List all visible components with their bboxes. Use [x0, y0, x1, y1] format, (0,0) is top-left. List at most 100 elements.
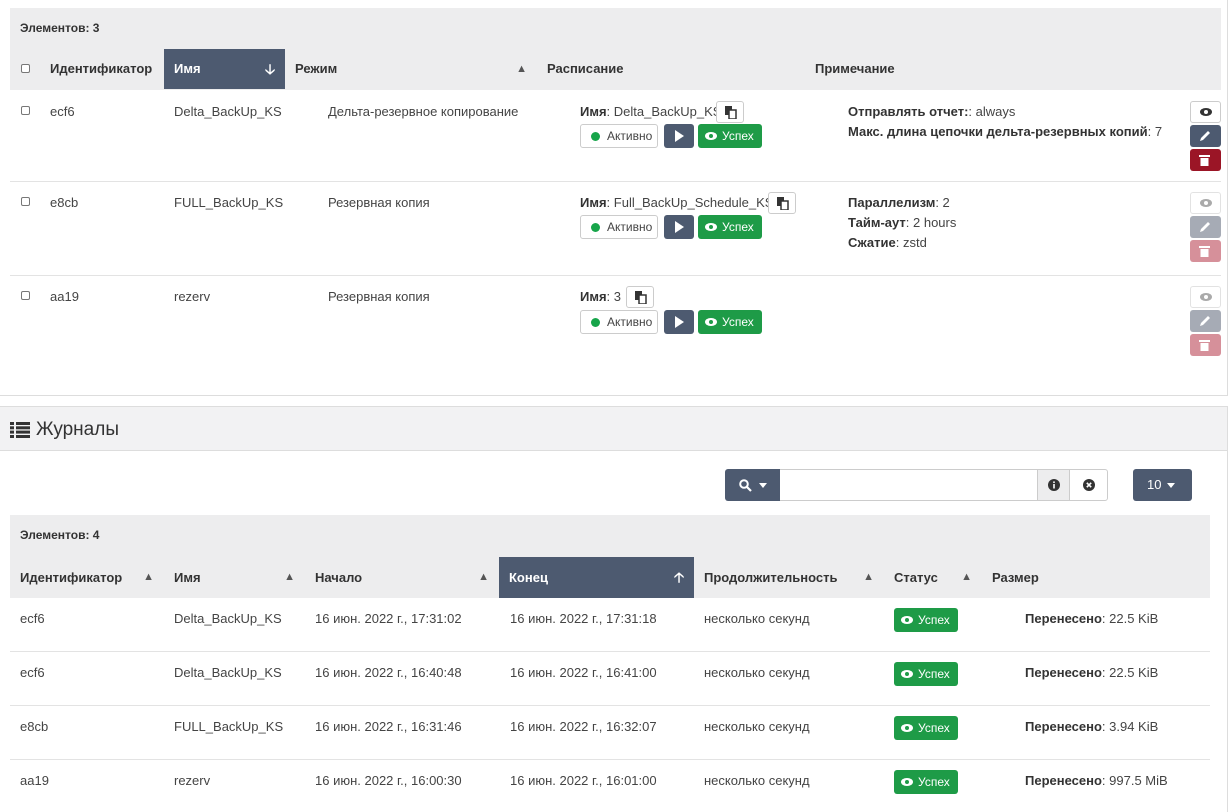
column-start[interactable]: Начало ▲ — [305, 557, 499, 598]
row-checkbox[interactable] — [21, 197, 30, 206]
column-duration[interactable]: Продолжительность ▲ — [694, 557, 884, 598]
size-label: Перенесено — [1025, 719, 1102, 734]
sort-both-icon: ▲ — [478, 571, 489, 583]
column-name[interactable]: Имя ▲ — [164, 557, 305, 598]
column-end-label: Конец — [509, 570, 548, 585]
delete-button[interactable] — [1190, 334, 1221, 356]
row-checkbox[interactable] — [21, 291, 30, 300]
sort-asc-icon: 🡡 — [673, 569, 684, 585]
clear-search-button[interactable] — [1069, 469, 1108, 501]
jobs-panel: Элементов: 3 Идентификатор Имя 🡣 Режим ▲… — [0, 0, 1228, 396]
sort-both-icon: ▲ — [284, 571, 295, 583]
status-success-button[interactable]: Успех — [698, 310, 762, 334]
trash-icon — [1199, 246, 1210, 257]
search-input[interactable] — [780, 469, 1038, 501]
active-toggle[interactable]: Активно — [580, 215, 658, 239]
size-label: Перенесено — [1025, 665, 1102, 680]
list-icon — [10, 422, 30, 438]
column-duration-label: Продолжительность — [704, 570, 838, 585]
eye-icon — [705, 318, 717, 326]
column-id-label: Идентификатор — [20, 570, 123, 585]
run-button[interactable] — [664, 310, 694, 334]
column-schedule-label: Расписание — [547, 61, 624, 76]
log-end: 16 июн. 2022 г., 17:31:18 — [510, 611, 657, 626]
column-id[interactable]: Идентификатор — [40, 49, 164, 89]
copy-schedule-button[interactable] — [716, 101, 744, 123]
log-size: Перенесено: 22.5 KiB — [1025, 665, 1158, 680]
status-success-button[interactable]: Успех — [894, 716, 958, 740]
log-end: 16 июн. 2022 г., 16:32:07 — [510, 719, 657, 734]
select-all-checkbox[interactable] — [21, 64, 30, 73]
run-button[interactable] — [664, 124, 694, 148]
status-success-button[interactable]: Успех — [698, 124, 762, 148]
log-duration: несколько секунд — [704, 665, 810, 680]
column-note: Примечание — [805, 49, 1105, 89]
pencil-icon — [1200, 316, 1210, 326]
column-status[interactable]: Статус ▲ — [884, 557, 982, 598]
column-size: Размер — [982, 557, 1210, 598]
logs-panel: Журналы 10 Элементов: 4 Идентификатор ▲ И… — [0, 406, 1228, 812]
job-row: e8cb FULL_BackUp_KS Резервная копия Имя:… — [10, 182, 1221, 276]
active-toggle[interactable]: Активно — [580, 310, 658, 334]
note-line: Отправлять отчет:: always — [848, 104, 1015, 119]
delete-button[interactable] — [1190, 240, 1221, 262]
job-mode: Резервная копия — [328, 195, 430, 210]
view-button[interactable] — [1190, 286, 1221, 308]
delete-button[interactable] — [1190, 149, 1221, 171]
copy-schedule-button[interactable] — [768, 192, 796, 214]
column-mode[interactable]: Режим ▲ — [285, 49, 537, 89]
note-line: Параллелизм: 2 — [848, 195, 950, 210]
status-success-button[interactable]: Успех — [894, 770, 958, 794]
status-label: Успех — [722, 220, 754, 234]
column-mode-label: Режим — [295, 61, 338, 76]
eye-icon — [1200, 199, 1212, 207]
logs-title-bar: Журналы — [0, 407, 1227, 451]
schedule-name: Имя: Full_BackUp_Schedule_KS — [580, 195, 773, 210]
status-success-button[interactable]: Успех — [698, 215, 762, 239]
edit-button[interactable] — [1190, 216, 1221, 238]
page-size-dropdown[interactable]: 10 — [1133, 469, 1192, 501]
active-label: Активно — [607, 315, 653, 329]
column-name[interactable]: Имя 🡣 — [164, 49, 285, 89]
column-name-label: Имя — [174, 61, 201, 76]
schedule-name: Имя: Delta_BackUp_KS — [580, 104, 721, 119]
sort-both-icon: ▲ — [961, 571, 972, 583]
column-size-label: Размер — [992, 570, 1039, 585]
job-id: ecf6 — [50, 104, 75, 119]
active-toggle[interactable]: Активно — [580, 124, 658, 148]
active-dot-icon — [591, 223, 600, 232]
size-value: : 997.5 MiB — [1101, 773, 1168, 788]
view-button[interactable] — [1190, 101, 1221, 123]
note-value: : 7 — [1147, 124, 1163, 139]
edit-button[interactable] — [1190, 310, 1221, 332]
row-checkbox[interactable] — [21, 106, 30, 115]
status-success-button[interactable]: Успех — [894, 662, 958, 686]
search-options-button[interactable] — [725, 469, 781, 501]
status-success-button[interactable]: Успех — [894, 608, 958, 632]
schedule-name-value: : 3 — [606, 289, 622, 304]
trash-icon — [1199, 155, 1210, 166]
run-button[interactable] — [664, 215, 694, 239]
column-schedule: Расписание — [537, 49, 805, 89]
schedule-name-label: Имя — [580, 195, 607, 210]
eye-icon — [1200, 293, 1212, 301]
view-button[interactable] — [1190, 192, 1221, 214]
note-line: Макс. длина цепочки дельта-резервных коп… — [848, 124, 1162, 139]
log-row: ecf6 Delta_BackUp_KS 16 июн. 2022 г., 17… — [10, 598, 1210, 652]
status-label: Успех — [722, 129, 754, 143]
search-info-button[interactable] — [1037, 469, 1070, 501]
log-end: 16 июн. 2022 г., 16:41:00 — [510, 665, 657, 680]
log-duration: несколько секунд — [704, 773, 810, 788]
copy-schedule-button[interactable] — [626, 286, 654, 308]
log-id: ecf6 — [20, 665, 45, 680]
column-end[interactable]: Конец 🡡 — [499, 557, 694, 598]
note-line: Сжатие: zstd — [848, 235, 927, 250]
column-id[interactable]: Идентификатор ▲ — [10, 557, 164, 598]
sort-both-icon: ▲ — [863, 571, 874, 583]
job-name: FULL_BackUp_KS — [174, 195, 284, 210]
log-size: Перенесено: 3.94 KiB — [1025, 719, 1158, 734]
edit-button[interactable] — [1190, 125, 1221, 147]
log-name: FULL_BackUp_KS — [174, 719, 284, 734]
trash-icon — [1199, 340, 1210, 351]
log-row: aa19 rezerv 16 июн. 2022 г., 16:00:30 16… — [10, 760, 1210, 812]
